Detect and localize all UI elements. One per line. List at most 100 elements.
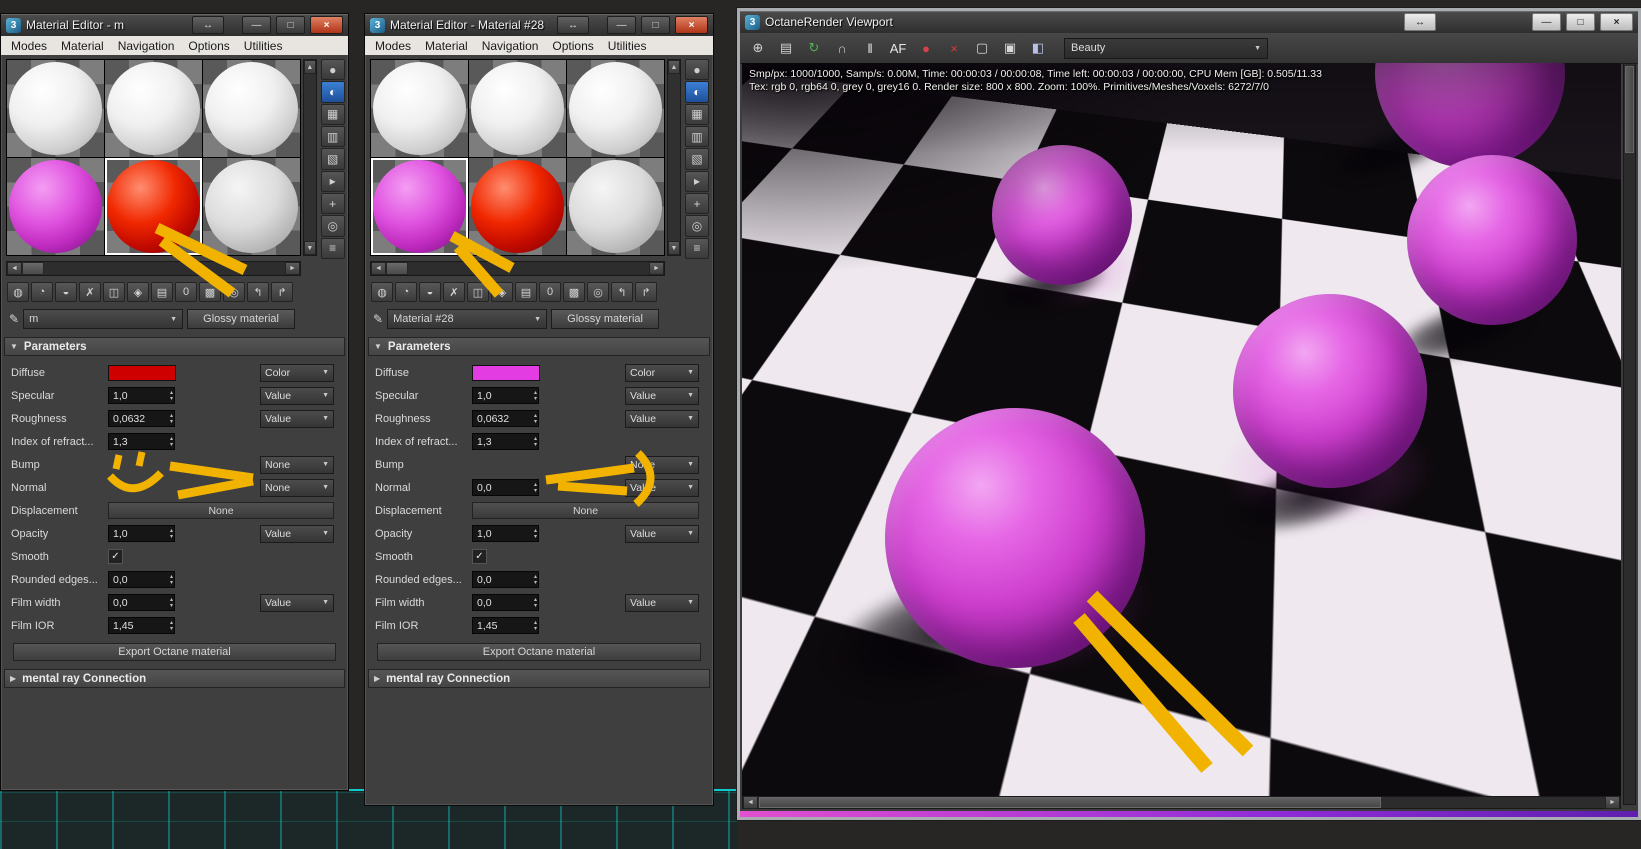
parameters-rollout-header[interactable]: ▼ Parameters <box>368 337 710 356</box>
spinner-stepper[interactable]: ▴ ▾ <box>534 482 537 494</box>
stepper-down-icon[interactable]: ▾ <box>170 396 173 402</box>
material-sample-white[interactable] <box>469 60 566 157</box>
param-type-dropdown[interactable]: Value ▼ <box>260 409 334 428</box>
value-spinner[interactable]: 0,0 ▴ ▾ <box>108 594 175 611</box>
show-shaded-material-in-viewport-icon[interactable]: ▩ <box>563 282 585 302</box>
scroll-left-icon[interactable]: ◄ <box>743 796 758 809</box>
sample-uv-tiling-icon[interactable]: ▥ <box>320 125 345 148</box>
scroll-right-icon[interactable]: ► <box>285 262 300 275</box>
text-overlay-icon[interactable]: AF <box>888 38 908 58</box>
material-sample-white[interactable] <box>371 60 468 157</box>
stepper-down-icon[interactable]: ▾ <box>170 603 173 609</box>
maximize-button[interactable]: □ <box>641 16 670 34</box>
material-sample-gray[interactable] <box>567 158 664 255</box>
make-material-copy-icon[interactable]: ◫ <box>467 282 489 302</box>
maximize-button[interactable]: □ <box>1566 13 1595 31</box>
spinner-stepper[interactable]: ▴ ▾ <box>534 597 537 609</box>
value-spinner[interactable]: 1,0 ▴ ▾ <box>108 525 175 542</box>
value-spinner[interactable]: 0,0 ▴ ▾ <box>472 594 539 611</box>
spinner-stepper[interactable]: ▴ ▾ <box>170 620 173 632</box>
material-map-navigator-icon[interactable]: ≡ <box>685 237 709 259</box>
minimize-button[interactable]: — <box>607 16 636 34</box>
spinner-stepper[interactable]: ▴ ▾ <box>170 528 173 540</box>
reset-map-icon[interactable]: ✗ <box>443 282 465 302</box>
render-viewport[interactable]: Smp/px: 1000/1000, Samp/s: 0.00M, Time: … <box>742 63 1621 805</box>
material-sample-white[interactable] <box>7 60 104 157</box>
spinner-stepper[interactable]: ▴ ▾ <box>534 390 537 402</box>
material-id-channel-icon[interactable]: 0 <box>539 282 561 302</box>
value-spinner[interactable]: 0,0 ▴ ▾ <box>472 479 539 496</box>
param-type-dropdown[interactable]: Value ▼ <box>260 524 334 543</box>
stepper-down-icon[interactable]: ▾ <box>534 488 537 494</box>
mental-ray-rollout-header[interactable]: ▶ mental ray Connection <box>368 669 710 688</box>
spinner-stepper[interactable]: ▴ ▾ <box>534 574 537 586</box>
scroll-up-icon[interactable]: ▲ <box>668 60 680 74</box>
param-type-dropdown[interactable]: Value ▼ <box>260 386 334 405</box>
scroll-down-icon[interactable]: ▼ <box>668 241 680 255</box>
value-spinner[interactable]: 0,0632 ▴ ▾ <box>472 410 539 427</box>
stepper-down-icon[interactable]: ▾ <box>534 534 537 540</box>
displacement-slot-button[interactable]: None <box>108 502 334 519</box>
put-material-to-scene-icon[interactable]: ◔ <box>31 282 53 302</box>
show-end-result-icon[interactable]: ◎ <box>587 282 609 302</box>
spinner-stepper[interactable]: ▴ ▾ <box>170 413 173 425</box>
export-octane-material-button[interactable]: Export Octane material <box>377 643 701 661</box>
scrollbar-thumb[interactable] <box>386 262 408 275</box>
lock-icon[interactable]: ∩ <box>832 38 852 58</box>
menu-utilities[interactable]: Utilities <box>601 39 654 53</box>
scroll-up-icon[interactable]: ▲ <box>304 60 316 74</box>
pick-material-icon[interactable]: ⊕ <box>748 38 768 58</box>
make-preview-icon[interactable]: ▸ <box>685 170 709 192</box>
scroll-right-icon[interactable]: ► <box>1605 796 1620 809</box>
video-color-check-icon[interactable]: ▧ <box>320 148 345 170</box>
sample-vertical-scrollbar[interactable]: ▲ ▼ <box>303 59 317 256</box>
spinner-stepper[interactable]: ▴ ▾ <box>170 574 173 586</box>
value-spinner[interactable]: 1,3 ▴ ▾ <box>472 433 539 450</box>
value-spinner[interactable]: 1,45 ▴ ▾ <box>472 617 539 634</box>
value-spinner[interactable]: 1,45 ▴ ▾ <box>108 617 175 634</box>
select-by-material-icon[interactable]: ◎ <box>320 215 345 237</box>
scroll-left-icon[interactable]: ◄ <box>7 262 22 275</box>
stepper-down-icon[interactable]: ▾ <box>170 419 173 425</box>
video-color-check-icon[interactable]: ▧ <box>685 148 709 170</box>
window-titlebar[interactable]: 3 OctaneRender Viewport ↔ — □ × <box>740 11 1638 33</box>
assign-material-to-selection-icon[interactable]: ◒ <box>419 282 441 302</box>
param-type-dropdown[interactable]: Value ▼ <box>625 478 699 497</box>
minimize-button[interactable]: — <box>1532 13 1561 31</box>
go-forward-to-sibling-icon[interactable]: ↱ <box>271 282 293 302</box>
param-type-dropdown[interactable]: Value ▼ <box>625 593 699 612</box>
show-shaded-material-in-viewport-icon[interactable]: ▩ <box>199 282 221 302</box>
sample-horizontal-scrollbar[interactable]: ◄ ► <box>6 261 301 276</box>
param-type-dropdown[interactable]: Value ▼ <box>260 593 334 612</box>
material-sample-magenta[interactable] <box>7 158 104 255</box>
displacement-slot-button[interactable]: None <box>472 502 699 519</box>
monitor-icon[interactable]: ▢ <box>972 38 992 58</box>
material-sample-white[interactable] <box>105 60 202 157</box>
close-button[interactable]: × <box>675 16 708 34</box>
spinner-stepper[interactable]: ▴ ▾ <box>534 413 537 425</box>
menu-material[interactable]: Material <box>418 39 475 53</box>
material-sample-red[interactable] <box>469 158 566 255</box>
stepper-down-icon[interactable]: ▾ <box>534 442 537 448</box>
material-map-navigator-icon[interactable]: ≡ <box>320 237 345 259</box>
material-name-dropdown[interactable]: Material #28 ▼ <box>387 309 548 329</box>
put-material-to-scene-icon[interactable]: ◔ <box>395 282 417 302</box>
spinner-stepper[interactable]: ▴ ▾ <box>170 436 173 448</box>
menu-navigation[interactable]: Navigation <box>475 39 546 53</box>
viewport-horizontal-scrollbar[interactable]: ◄ ► <box>742 796 1621 809</box>
spinner-stepper[interactable]: ▴ ▾ <box>534 436 537 448</box>
scroll-track[interactable] <box>304 74 316 241</box>
maximize-button[interactable]: □ <box>276 16 305 34</box>
material-name-dropdown[interactable]: m ▼ <box>23 309 184 329</box>
menu-options[interactable]: Options <box>181 39 236 53</box>
material-type-button[interactable]: Glossy material <box>187 309 296 329</box>
export-octane-material-button[interactable]: Export Octane material <box>13 643 336 661</box>
stepper-down-icon[interactable]: ▾ <box>170 580 173 586</box>
backlight-icon[interactable]: ◐ <box>685 81 709 103</box>
material-sample-magenta[interactable] <box>371 158 468 255</box>
param-type-dropdown[interactable]: Color ▼ <box>260 363 334 382</box>
spinner-stepper[interactable]: ▴ ▾ <box>534 528 537 540</box>
expand-button[interactable]: ↔ <box>557 16 589 34</box>
material-id-channel-icon[interactable]: 0 <box>175 282 197 302</box>
scroll-down-icon[interactable]: ▼ <box>304 241 316 255</box>
